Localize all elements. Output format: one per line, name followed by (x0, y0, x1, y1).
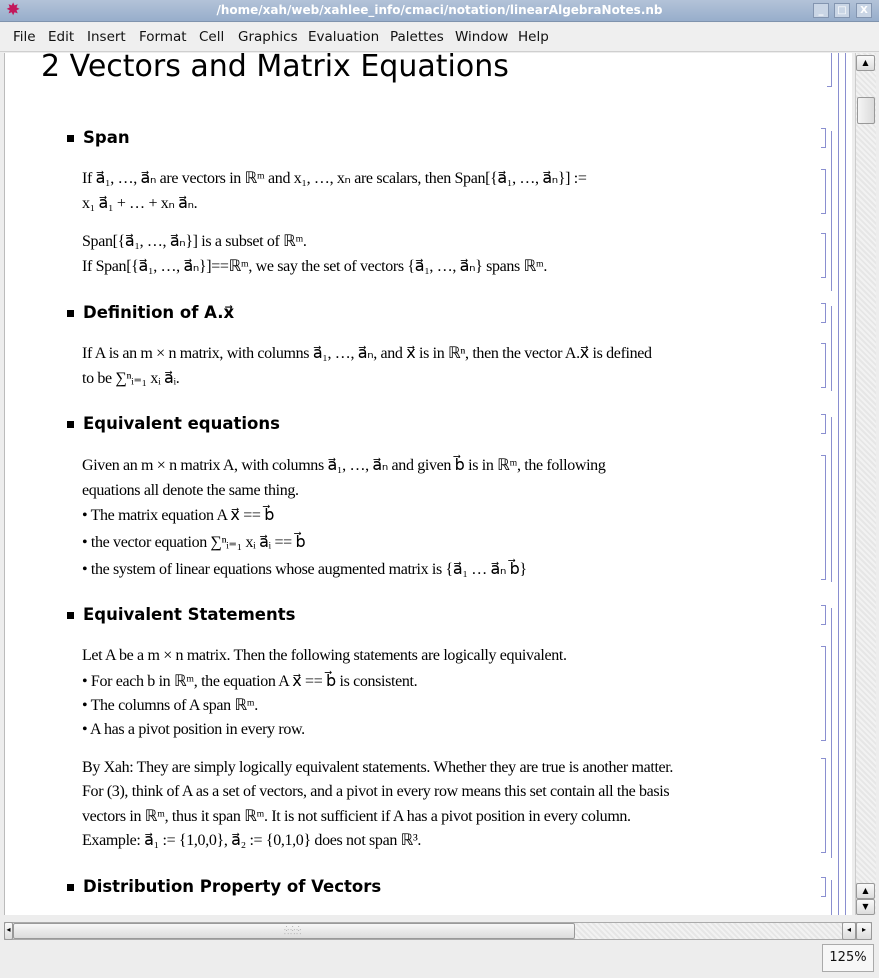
text-line: If Span[{a⃗₁, …, a⃗ₙ}]==ℝᵐ, we say the s… (82, 258, 548, 275)
cell-bracket[interactable] (821, 303, 826, 323)
group-bracket[interactable] (838, 53, 839, 915)
section-heading-equivalent-equations: Equivalent equations (83, 414, 280, 433)
menu-file[interactable]: File (13, 29, 36, 45)
menu-help[interactable]: Help (518, 29, 549, 45)
cell-bracket[interactable] (821, 758, 826, 853)
maximize-button[interactable]: □ (834, 3, 850, 18)
scroll-left-arrow-icon[interactable]: ◂ (842, 922, 856, 940)
cell-bracket[interactable] (821, 233, 826, 278)
text-line: • the system of linear equations whose a… (82, 561, 527, 578)
menu-cell[interactable]: Cell (199, 29, 224, 45)
text-line: equations all denote the same thing. (82, 482, 299, 499)
text-line: For (3), think of A as a set of vectors,… (82, 783, 670, 800)
section-bullet-icon (67, 612, 74, 619)
group-bracket[interactable] (831, 608, 832, 858)
group-bracket[interactable] (831, 306, 832, 391)
text-line: • the vector equation ∑ⁿᵢ₌₁ xᵢ a⃗ᵢ == b⃗ (82, 534, 306, 551)
title-bar: ✸ /home/xah/web/xahlee_info/cmaci/notati… (0, 0, 879, 22)
section-heading-equivalent-statements: Equivalent Statements (83, 605, 296, 624)
menu-evaluation[interactable]: Evaluation (308, 29, 379, 45)
menu-graphics[interactable]: Graphics (238, 29, 298, 45)
text-line: Given an m × n matrix A, with columns a⃗… (82, 457, 606, 474)
menu-edit[interactable]: Edit (48, 29, 74, 45)
menu-bar: File Edit Insert Format Cell Graphics Ev… (0, 23, 879, 52)
text-line: If A is an m × n matrix, with columns a⃗… (82, 345, 652, 362)
menu-format[interactable]: Format (139, 29, 187, 45)
cell-bracket[interactable] (821, 128, 826, 148)
section-heading-distribution: Distribution Property of Vectors (83, 877, 382, 896)
text-line: Span[{a⃗₁, …, a⃗ₙ}] is a subset of ℝᵐ. (82, 233, 307, 250)
close-button[interactable]: X (856, 3, 872, 18)
cell-bracket[interactable] (821, 605, 826, 625)
text-line: x₁ a⃗₁ + … + xₙ a⃗ₙ. (82, 195, 198, 212)
text-line: • For each b in ℝᵐ, the equation A x⃗ ==… (82, 673, 418, 690)
menu-insert[interactable]: Insert (87, 29, 126, 45)
cell-bracket[interactable] (821, 169, 826, 214)
cell-bracket[interactable] (821, 343, 826, 388)
horizontal-scroll-thumb[interactable]: ∴∴∴ ∴∴∴ (13, 923, 575, 939)
vertical-scroll-thumb[interactable] (857, 97, 875, 124)
section-heading-definition: Definition of A.x⃗ (83, 303, 235, 322)
group-bracket[interactable] (831, 880, 832, 915)
group-bracket[interactable] (845, 53, 846, 915)
text-line: to be ∑ⁿᵢ₌₁ xᵢ a⃗ᵢ. (82, 370, 180, 387)
text-line: • The columns of A span ℝᵐ. (82, 697, 258, 714)
section-heading-span: Span (83, 128, 130, 147)
window-title: /home/xah/web/xahlee_info/cmaci/notation… (216, 3, 663, 17)
grip-icon: ∴∴∴ ∴∴∴ (284, 924, 303, 937)
text-line: Let A be a m × n matrix. Then the follow… (82, 647, 567, 664)
group-bracket[interactable] (831, 131, 832, 291)
scroll-left-arrow-icon[interactable]: ◂ (4, 922, 13, 940)
group-bracket[interactable] (831, 417, 832, 582)
chapter-title: 2 Vectors and Matrix Equations (41, 53, 509, 84)
vertical-scrollbar[interactable]: ▲ ▲ ▼ (855, 53, 876, 915)
text-line: • The matrix equation A x⃗ == b⃗ (82, 507, 275, 524)
text-line: • A has a pivot position in every row. (82, 721, 305, 738)
text-line: vectors in ℝᵐ, thus it span ℝᵐ. It is no… (82, 808, 631, 825)
scroll-up-arrow-icon[interactable]: ▲ (856, 883, 875, 899)
section-bullet-icon (67, 421, 74, 428)
scroll-up-arrow-icon[interactable]: ▲ (856, 55, 875, 71)
horizontal-scrollbar[interactable]: ◂ ∴∴∴ ∴∴∴ ◂ ▸ (4, 922, 872, 940)
notebook-document[interactable]: 2 Vectors and Matrix Equations Span If a… (4, 53, 852, 915)
section-bullet-icon (67, 310, 74, 317)
scroll-down-arrow-icon[interactable]: ▼ (856, 899, 875, 915)
menu-palettes[interactable]: Palettes (390, 29, 444, 45)
text-line: Example: a⃗₁ := {1,0,0}, a⃗₂ := {0,1,0} … (82, 832, 422, 849)
text-line: If a⃗₁, …, a⃗ₙ are vectors in ℝᵐ and x₁,… (82, 170, 587, 187)
cell-bracket[interactable] (821, 646, 826, 741)
cell-bracket[interactable] (821, 455, 826, 580)
zoom-level-button[interactable]: 125% (822, 944, 874, 972)
menu-window[interactable]: Window (455, 29, 508, 45)
cell-bracket[interactable] (821, 877, 826, 897)
scroll-right-arrow-icon[interactable]: ▸ (856, 922, 872, 940)
cell-bracket[interactable] (821, 414, 826, 434)
text-line: By Xah: They are simply logically equiva… (82, 759, 674, 776)
section-bullet-icon (67, 884, 74, 891)
cell-bracket[interactable] (827, 53, 832, 87)
minimize-button[interactable]: _ (813, 3, 829, 18)
section-bullet-icon (67, 135, 74, 142)
